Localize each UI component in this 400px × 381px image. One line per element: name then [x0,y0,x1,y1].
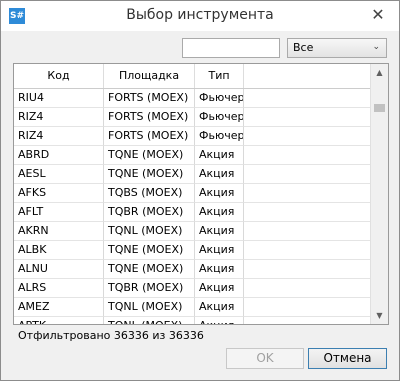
cell-code: ALRS [14,279,104,298]
cell-code: AESL [14,165,104,184]
cell-board: TQNL (MOEX) [104,317,195,324]
cell-type: Фьючер [195,127,244,146]
cell-code: ALBK [14,241,104,260]
scroll-thumb[interactable] [374,104,385,112]
cell-code: AKRN [14,222,104,241]
chevron-down-icon: ⌄ [372,42,380,52]
scroll-up-icon[interactable]: ▲ [371,64,388,81]
table-row[interactable]: ALRS TQBR (MOEX) Акция [14,279,370,298]
cell-filler [244,146,370,165]
cell-type: Акция [195,184,244,203]
cell-filler [244,203,370,222]
cell-filler [244,279,370,298]
cell-type: Фьючер [195,108,244,127]
cell-board: TQNE (MOEX) [104,146,195,165]
vertical-scrollbar[interactable]: ▲ ▼ [370,64,388,324]
cell-filler [244,222,370,241]
table-row[interactable]: ALBK TQNE (MOEX) Акция [14,241,370,260]
table-row[interactable]: AFKS TQBS (MOEX) Акция [14,184,370,203]
table-row[interactable]: AKRN TQNL (MOEX) Акция [14,222,370,241]
cell-type: Акция [195,298,244,317]
type-filter-combo[interactable]: Все ⌄ [287,38,387,58]
cell-board: TQBS (MOEX) [104,184,195,203]
cell-board: TQNL (MOEX) [104,222,195,241]
title-bar: S# Выбор инструмента ✕ [1,1,399,31]
ok-button[interactable]: OK [226,348,304,369]
cell-type: Акция [195,146,244,165]
cell-filler [244,165,370,184]
close-button[interactable]: ✕ [363,3,393,27]
search-input[interactable] [182,38,280,58]
cell-filler [244,89,370,108]
cell-code: ALNU [14,260,104,279]
table-row[interactable]: APTKTQNL (MOEX)Акция [14,317,370,324]
cell-board: TQNE (MOEX) [104,260,195,279]
cell-board: TQNL (MOEX) [104,298,195,317]
cell-code: AFLT [14,203,104,222]
cell-type: Акция [195,222,244,241]
filter-status: Отфильтровано 36336 из 36336 [18,329,204,342]
table-row[interactable]: ABRD TQNE (MOEX) Акция [14,146,370,165]
instrument-table: Код Площадка Тип RIU4 FORTS (MOEX) Фьючер R… [13,63,389,325]
cell-type: Акция [195,241,244,260]
type-filter-value: Все [293,41,314,54]
cell-filler [244,317,370,324]
cell-code: RIZ4 [14,108,104,127]
cell-type: Акция [195,203,244,222]
cell-code: RIZ4 [14,127,104,146]
cancel-button[interactable]: Отмена [308,348,387,369]
cell-filler [244,184,370,203]
column-header-board[interactable]: Площадка [104,64,195,88]
table-row[interactable]: ALNU TQNE (MOEX) Акция [14,260,370,279]
table-header: Код Площадка Тип [14,64,388,89]
table-row[interactable]: AFLT TQBR (MOEX) Акция [14,203,370,222]
table-row[interactable]: AESL TQNE (MOEX) Акция [14,165,370,184]
cell-board: FORTS (MOEX) [104,127,195,146]
cell-filler [244,241,370,260]
cell-type: Акция [195,279,244,298]
cell-code: AFKS [14,184,104,203]
cell-code: RIU4 [14,89,104,108]
table-row[interactable]: AMEZ TQNL (MOEX) Акция [14,298,370,317]
cell-board: TQNE (MOEX) [104,165,195,184]
table-row[interactable]: RIU4 FORTS (MOEX) Фьючер [14,89,370,108]
cell-type: Акция [195,260,244,279]
cell-filler [244,108,370,127]
instrument-picker-window: S# Выбор инструмента ✕ Все ⌄ Код Площадк… [0,0,400,381]
scroll-down-icon[interactable]: ▼ [371,307,388,324]
cell-board: TQNE (MOEX) [104,241,195,260]
cell-type: Фьючер [195,89,244,108]
table-body: RIU4 FORTS (MOEX) Фьючер RIZ4 FORTS (MOEX) Фь… [14,89,370,324]
cell-board: FORTS (MOEX) [104,108,195,127]
column-header-filler [244,64,388,88]
cell-type: Акция [195,165,244,184]
cell-type: Акция [195,317,244,324]
column-header-type[interactable]: Тип [195,64,244,88]
cell-board: TQBR (MOEX) [104,203,195,222]
column-header-code[interactable]: Код [14,64,104,88]
cell-filler [244,298,370,317]
cell-filler [244,260,370,279]
table-row[interactable]: RIZ4 FORTS (MOEX) Фьючер [14,127,370,146]
cell-board: TQBR (MOEX) [104,279,195,298]
cell-board: FORTS (MOEX) [104,89,195,108]
cell-code: APTK [14,317,104,324]
cell-filler [244,127,370,146]
cell-code: AMEZ [14,298,104,317]
cell-code: ABRD [14,146,104,165]
table-row[interactable]: RIZ4 FORTS (MOEX) Фьючер [14,108,370,127]
window-title: Выбор инструмента [126,7,274,23]
